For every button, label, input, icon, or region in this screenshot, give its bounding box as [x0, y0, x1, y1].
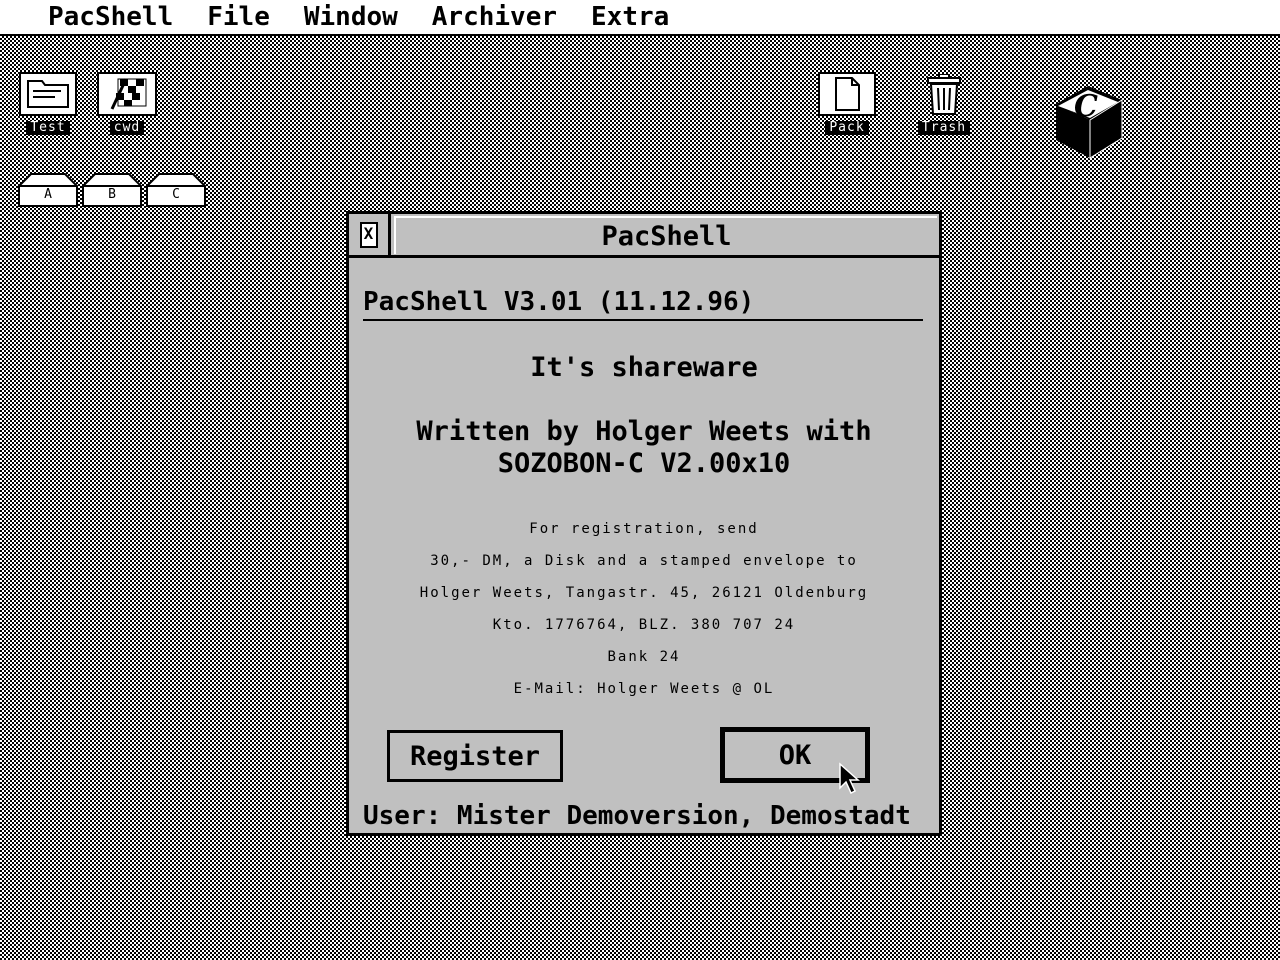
registration-line: E-Mail: Holger Weets @ OL — [513, 681, 775, 697]
drive-label: A — [44, 187, 52, 202]
desktop-icon-cwd[interactable]: cwd — [96, 72, 158, 135]
author-line-2: SOZOBON-C V2.00x10 — [497, 448, 791, 479]
drive-label: C — [172, 187, 180, 202]
folder-icon — [19, 72, 77, 116]
drive-c-icon[interactable]: C — [145, 172, 207, 208]
checkered-flag-icon — [97, 72, 157, 116]
title-area[interactable]: PacShell — [394, 216, 937, 254]
icon-label: Trash — [917, 121, 971, 135]
registration-line: For registration, send — [529, 521, 759, 537]
icon-label: cwd — [109, 121, 145, 135]
drive-a-icon[interactable]: A — [17, 172, 79, 208]
registration-line: Holger Weets, Tangastr. 45, 26121 Oldenb… — [419, 585, 869, 601]
version-heading: PacShell V3.01 (11.12.96) — [363, 287, 923, 321]
menu-file[interactable]: File — [190, 0, 287, 35]
shareware-text: It's shareware — [530, 352, 758, 383]
menu-extra[interactable]: Extra — [574, 0, 686, 35]
trash-icon — [924, 73, 964, 116]
registration-line: 30,- DM, a Disk and a stamped envelope t… — [430, 553, 858, 569]
desktop-icon-test[interactable]: Test — [17, 72, 79, 135]
icon-label: Test — [26, 121, 70, 135]
desktop-icon-pack[interactable]: Pack — [816, 72, 878, 135]
menu-pacshell[interactable]: PacShell — [0, 0, 190, 35]
close-button[interactable]: X — [349, 214, 391, 255]
dialog-content: PacShell V3.01 (11.12.96) It's shareware… — [349, 258, 939, 833]
user-info: User: Mister Demoversion, Demostadt — [363, 801, 911, 831]
icon-label: Pack — [825, 121, 869, 135]
title-bar[interactable]: X PacShell — [349, 214, 939, 258]
close-icon: X — [359, 221, 378, 248]
document-icon — [818, 72, 876, 116]
register-button[interactable]: Register — [387, 730, 563, 782]
desktop-icon-trash[interactable]: Trash — [912, 73, 976, 135]
drive-b-icon[interactable]: B — [81, 172, 143, 208]
registration-line: Bank 24 — [607, 649, 681, 665]
menu-bar: PacShell File Window Archiver Extra — [0, 0, 1280, 36]
about-dialog: X PacShell PacShell V3.01 (11.12.96) It'… — [346, 211, 942, 836]
logo-letter: C — [1074, 89, 1098, 124]
window-title: PacShell — [601, 220, 732, 252]
menu-window[interactable]: Window — [287, 0, 415, 35]
menu-archiver[interactable]: Archiver — [415, 0, 574, 35]
drive-label: B — [108, 187, 116, 202]
author-line-1: Written by Holger Weets with — [416, 416, 872, 447]
registration-line: Kto. 1776764, BLZ. 380 707 24 — [492, 617, 796, 633]
c-cube-logo-icon[interactable]: C — [1052, 76, 1124, 164]
mouse-pointer-icon — [838, 762, 860, 800]
